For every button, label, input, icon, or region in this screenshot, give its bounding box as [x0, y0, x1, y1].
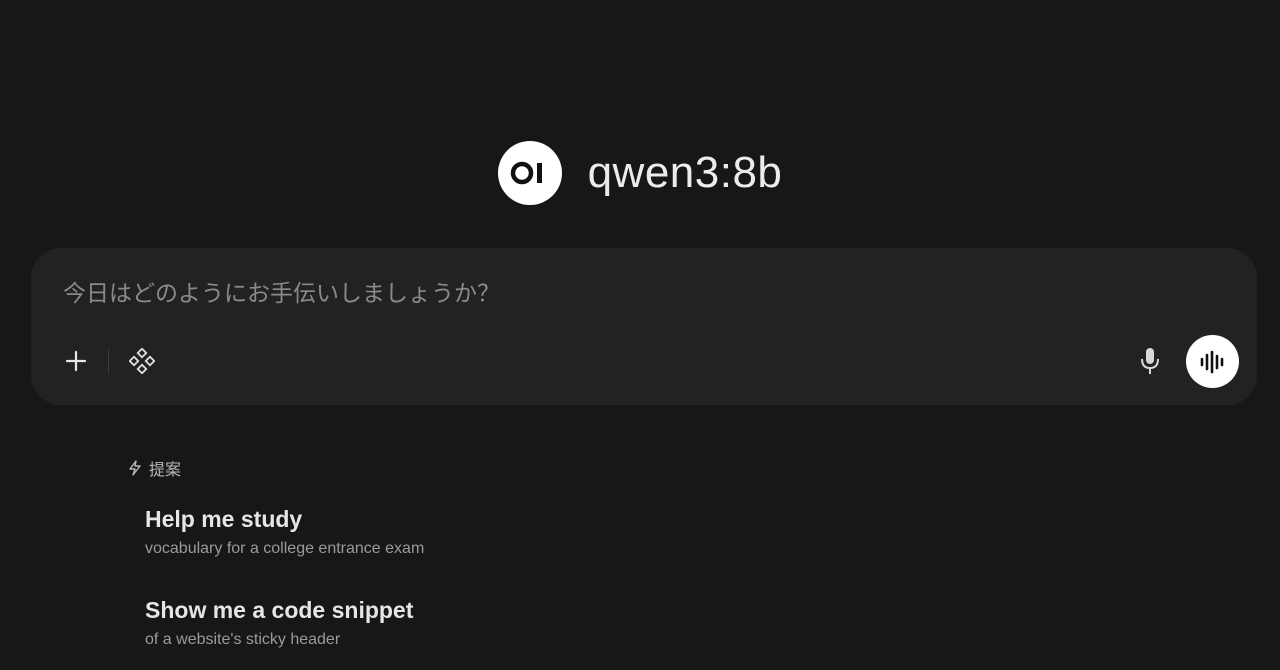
- suggestion-title: Help me study: [145, 506, 303, 532]
- suggestion-item[interactable]: Show me a code snippet of a website's st…: [145, 596, 645, 650]
- suggestion-subtitle: of a website's sticky header: [145, 631, 341, 648]
- lightning-icon: [129, 460, 141, 476]
- suggestions-label: 提案: [149, 460, 182, 479]
- add-attachment-button[interactable]: [61, 346, 91, 376]
- prompt-input[interactable]: [63, 274, 1213, 314]
- chat-home-page: qwen3:8b 今日はどのようにお手伝いしましょうか？ 提案 Help me …: [0, 0, 1280, 670]
- plus-icon: [65, 350, 87, 372]
- logo-mark-icon: [510, 161, 542, 185]
- voice-mode-button[interactable]: [1186, 335, 1239, 388]
- integrations-button[interactable]: [127, 346, 157, 376]
- suggestions-header: 提案: [128, 456, 181, 480]
- openwebui-logo: [497, 141, 562, 205]
- suggestion-title: Show me a code snippet: [145, 597, 414, 623]
- microphone-icon: [1141, 348, 1159, 374]
- voice-waveform-icon: [1200, 350, 1223, 373]
- suggestion-item[interactable]: Help me study vocabulary for a college e…: [145, 505, 645, 559]
- suggestion-subtitle: vocabulary for a college entrance exam: [145, 540, 425, 557]
- model-selector[interactable]: qwen3:8b: [588, 148, 783, 198]
- model-header: qwen3:8b: [0, 140, 1280, 206]
- chat-input-box: [31, 248, 1257, 405]
- toolbar-divider: [108, 348, 109, 374]
- dictate-button[interactable]: [1135, 345, 1165, 377]
- tools-icon: [129, 348, 155, 374]
